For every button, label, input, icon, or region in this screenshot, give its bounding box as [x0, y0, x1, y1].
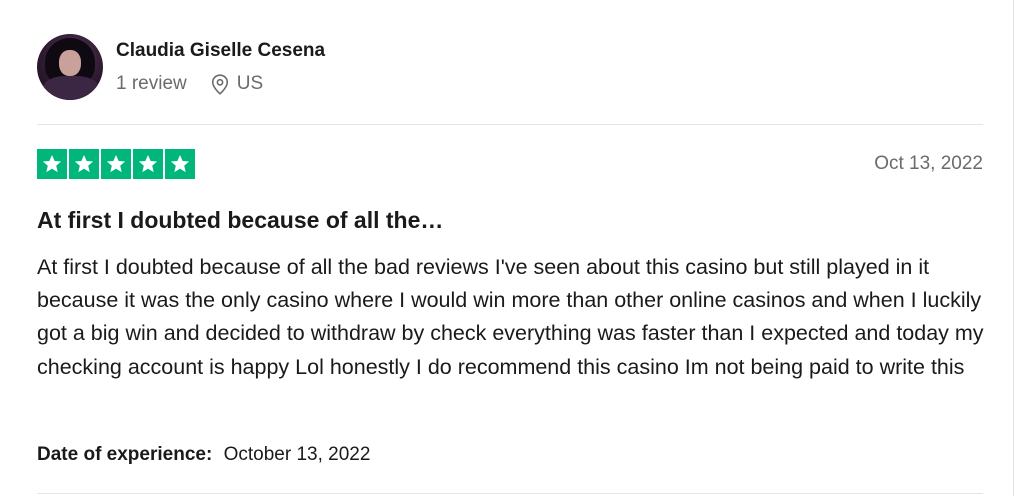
review-date: Oct 13, 2022 — [874, 153, 983, 174]
reviewer-name[interactable]: Claudia Giselle Cesena — [116, 39, 325, 63]
star-icon — [133, 149, 163, 179]
reviewer-location: US — [211, 73, 263, 95]
review-title[interactable]: At first I doubted because of all the… — [37, 205, 443, 235]
date-of-experience: Date of experience: October 13, 2022 — [37, 442, 370, 468]
review-count: 1 review — [116, 73, 187, 94]
reviewer-subline: 1 review US — [116, 73, 325, 95]
star-icon — [101, 149, 131, 179]
star-icon — [37, 149, 67, 179]
star-icon — [69, 149, 99, 179]
experience-date: October 13, 2022 — [223, 444, 371, 465]
footer-divider — [37, 493, 983, 494]
star-icon — [165, 149, 195, 179]
avatar[interactable] — [37, 34, 103, 100]
star-rating — [37, 149, 195, 179]
reviewer-header: Claudia Giselle Cesena 1 review US — [37, 34, 325, 100]
reviewer-meta: Claudia Giselle Cesena 1 review US — [116, 39, 325, 95]
location-label: US — [236, 73, 264, 94]
experience-label: Date of experience: — [37, 444, 213, 465]
header-divider — [37, 124, 983, 125]
review-body: At first I doubted because of all the ba… — [37, 255, 984, 379]
location-pin-icon — [211, 73, 228, 95]
